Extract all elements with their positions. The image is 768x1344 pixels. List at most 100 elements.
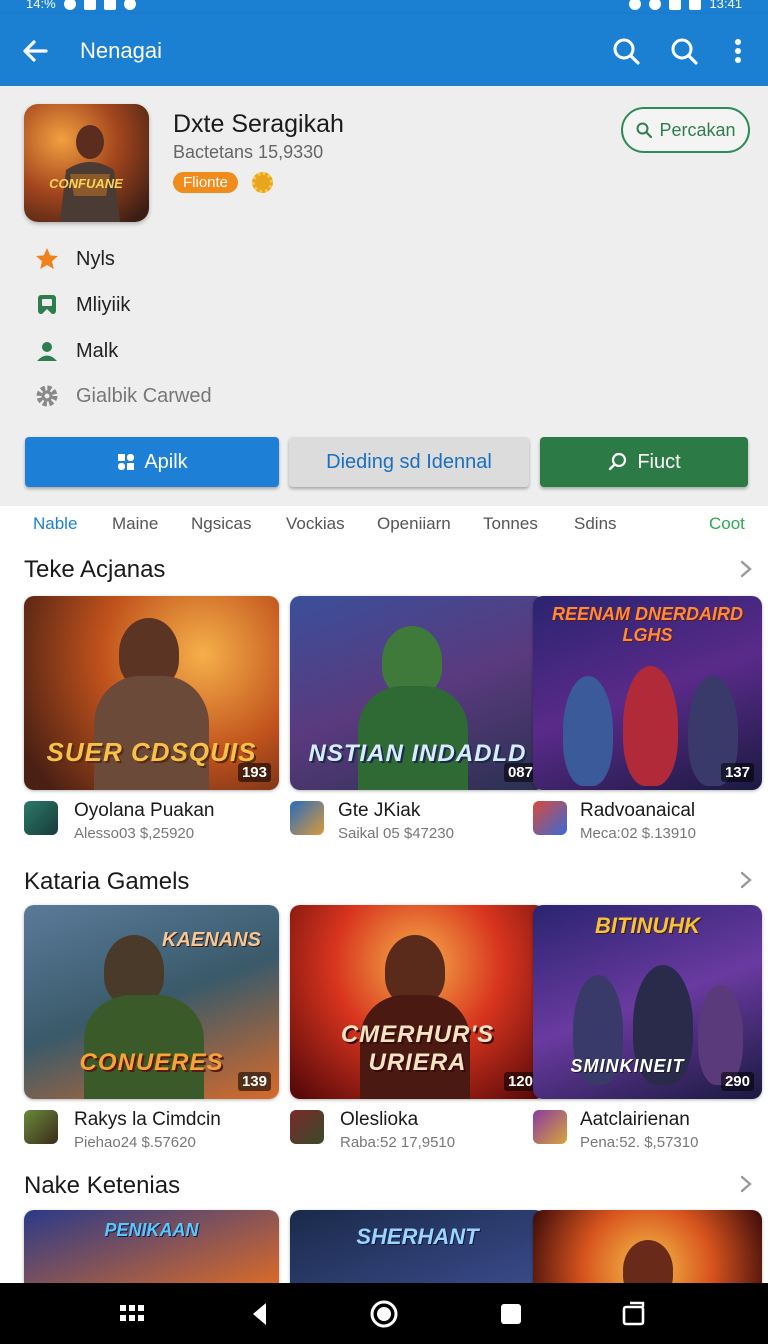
game-card[interactable]: PENIKAAN (24, 1210, 279, 1283)
game-card[interactable]: CMERHUR'S URIERA 120 (290, 905, 545, 1099)
game-title[interactable]: Gte JKiak (338, 800, 420, 822)
status-bar: 14:% 13:41 (0, 0, 768, 14)
rotate-icon[interactable] (619, 1299, 649, 1329)
back-arrow-icon[interactable] (18, 34, 52, 68)
tab-sdins[interactable]: Sdins (574, 514, 617, 534)
game-thumbnail[interactable] (533, 801, 567, 835)
game-thumbnail[interactable] (24, 1110, 58, 1144)
app-icon-art-text: CONFUANE (49, 176, 123, 191)
card-art-top: KAENANS (162, 929, 261, 951)
search-icon[interactable] (667, 34, 701, 68)
game-card[interactable]: BITINUHK SMINKINEIT 290 (533, 905, 762, 1099)
secondary-button[interactable]: Dieding sd Idennal (289, 437, 529, 487)
game-title[interactable]: Oleslioka (340, 1109, 418, 1131)
recents-square-icon[interactable] (496, 1299, 526, 1329)
status-time-left: 14:% (26, 0, 56, 11)
card-count: 139 (237, 1072, 271, 1091)
search-icon (609, 452, 627, 471)
card-art-top: BITINUHK (594, 913, 701, 938)
section-title: Teke Acjanas (24, 556, 166, 583)
tertiary-button[interactable]: Fiuct (540, 437, 748, 487)
status-badge: Flionte (173, 172, 239, 193)
game-card[interactable]: NSTIAN INDADLD 087 (290, 596, 545, 790)
game-thumbnail[interactable] (533, 1110, 567, 1144)
app-subtitle: Bactetans 15,9330 (173, 142, 324, 162)
menu-item-label: Mliyiik (76, 293, 131, 316)
gear-icon (36, 385, 58, 407)
menu-item-label: Nyls (76, 247, 115, 270)
tab-nable[interactable]: Nable (33, 514, 77, 534)
app-bar-title: Nenagai (80, 38, 162, 63)
game-title[interactable]: Aatclairienan (580, 1109, 690, 1131)
app-header-card: CONFUANE Dxte Seragikah Bactetans 15,933… (0, 86, 768, 506)
back-triangle-icon[interactable] (245, 1299, 275, 1329)
bluetooth-icon (629, 0, 642, 10)
person-icon (37, 342, 57, 361)
bookmark-icon (38, 295, 56, 314)
notification-icon (123, 0, 136, 10)
game-subtitle: Meca:02 $.13910 (580, 825, 696, 842)
percakan-button-label: Percakan (659, 119, 736, 140)
chevron-right-icon[interactable] (738, 1174, 754, 1194)
game-thumbnail[interactable] (290, 801, 324, 835)
system-nav-bar (0, 1283, 768, 1344)
status-clock: 13:41 (709, 0, 742, 11)
card-art-top: SHERHANT (356, 1224, 479, 1249)
percakan-button[interactable]: Percakan (621, 107, 750, 153)
tab-vockias[interactable]: Vockias (286, 514, 345, 534)
secondary-button-label: Dieding sd Idennal (326, 450, 492, 473)
apps-grid-icon[interactable] (117, 1299, 147, 1329)
tertiary-button-label: Fiuct (637, 450, 681, 473)
card-count: 193 (237, 763, 271, 782)
section-title: Kataria Gamels (24, 868, 190, 895)
signal-icon (689, 0, 702, 10)
game-thumbnail[interactable] (24, 801, 58, 835)
card-count: 290 (720, 1072, 754, 1091)
sun-icon (252, 172, 273, 193)
menu-item-label: Gialbik Carwed (76, 384, 212, 407)
chevron-right-icon[interactable] (738, 559, 754, 579)
game-subtitle: Raba:52 17,9510 (340, 1134, 456, 1151)
game-card[interactable] (533, 1210, 762, 1283)
tab-maine[interactable]: Maine (112, 514, 158, 534)
search-icon (636, 122, 653, 139)
game-card[interactable]: SUER CDSQUIS 193 (24, 596, 279, 790)
menu-item-gialbik-carwed[interactable]: Gialbik Carwed (34, 381, 212, 411)
app-name: Dxte Seragikah (173, 110, 344, 138)
game-card[interactable]: KAENANS CONUERES 139 (24, 905, 279, 1099)
home-circle-icon[interactable] (369, 1299, 399, 1329)
tab-openiiarn[interactable]: Openiiarn (377, 514, 451, 534)
card-art-top: REENAM DNERDAIRD LGHS (551, 604, 743, 645)
primary-button-label: Apilk (144, 450, 188, 473)
game-title[interactable]: Radvoanaical (580, 800, 695, 822)
game-thumbnail[interactable] (290, 1110, 324, 1144)
game-subtitle: Piehao24 $.57620 (74, 1134, 196, 1151)
tab-ngsicas[interactable]: Ngsicas (191, 514, 251, 534)
chevron-right-icon[interactable] (738, 870, 754, 890)
tab-coot[interactable]: Coot (709, 514, 745, 534)
section-title: Nake Ketenias (24, 1172, 181, 1199)
wifi-icon (669, 0, 682, 10)
game-card[interactable]: REENAM DNERDAIRD LGHS 137 (533, 596, 762, 790)
menu-item-nyls[interactable]: Nyls (34, 244, 115, 274)
menu-item-mliyiik[interactable]: Mliyiik (34, 290, 130, 320)
game-card[interactable]: SHERHANT (290, 1210, 545, 1283)
game-subtitle: Saikal 05 $47230 (338, 825, 454, 842)
puzzle-icon (118, 454, 135, 470)
game-title[interactable]: Rakys la Cimdcin (74, 1109, 221, 1131)
app-icon: CONFUANE (24, 104, 149, 222)
tab-tonnes[interactable]: Tonnes (483, 514, 538, 534)
sync-icon (649, 0, 662, 10)
more-vert-icon[interactable] (721, 34, 755, 68)
star-icon (36, 248, 58, 269)
search-icon[interactable] (609, 34, 643, 68)
game-title[interactable]: Oyolana Puakan (74, 800, 215, 822)
card-art-top: PENIKAAN (104, 1220, 199, 1240)
game-subtitle: Pena:52. $,57310 (580, 1134, 699, 1151)
menu-item-malk[interactable]: Malk (34, 336, 118, 366)
notification-icon (103, 0, 116, 10)
app-bar: Nenagai (0, 14, 768, 86)
tab-bar: Nable Maine Ngsicas Vockias Openiiarn To… (0, 506, 768, 542)
primary-button[interactable]: Apilk (25, 437, 279, 487)
notification-icon (63, 0, 76, 10)
